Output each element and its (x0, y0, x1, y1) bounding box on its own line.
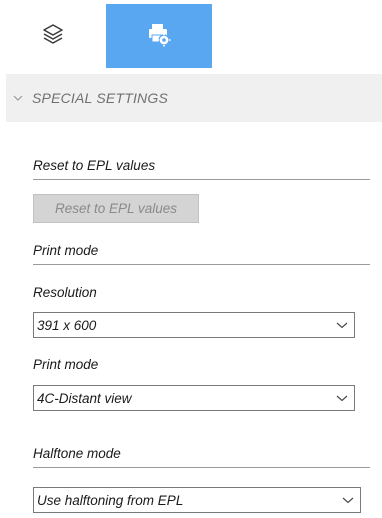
halftone-group-title: Halftone mode (33, 446, 370, 468)
chevron-down-icon (336, 488, 360, 512)
resolution-value: 391 x 600 (37, 317, 97, 333)
tab-printer-settings[interactable] (106, 4, 212, 68)
special-settings-section-header[interactable]: SPECIAL SETTINGS (6, 74, 382, 122)
resolution-label: Resolution (33, 285, 97, 300)
section-title: SPECIAL SETTINGS (32, 90, 168, 106)
print-mode-label: Print mode (33, 357, 99, 372)
print-mode-group-title: Print mode (33, 243, 370, 265)
resolution-select[interactable]: 391 x 600 (33, 312, 355, 338)
tab-layers[interactable] (0, 4, 106, 68)
chevron-down-icon (330, 386, 354, 410)
printer-settings-icon (146, 21, 172, 52)
halftone-mode-select[interactable]: Use halftoning from EPL (33, 487, 361, 513)
reset-to-epl-button[interactable]: Reset to EPL values (33, 194, 199, 223)
print-mode-select[interactable]: 4C-Distant view (33, 385, 355, 411)
layers-icon (41, 22, 65, 51)
chevron-down-icon (8, 74, 28, 122)
print-mode-value: 4C-Distant view (37, 390, 132, 406)
properties-panel: SPECIAL SETTINGS Reset to EPL values Res… (0, 0, 382, 518)
chevron-down-icon (330, 313, 354, 337)
panel-tab-bar (0, 0, 382, 68)
halftone-mode-value: Use halftoning from EPL (37, 492, 184, 508)
reset-group-title: Reset to EPL values (33, 158, 370, 180)
